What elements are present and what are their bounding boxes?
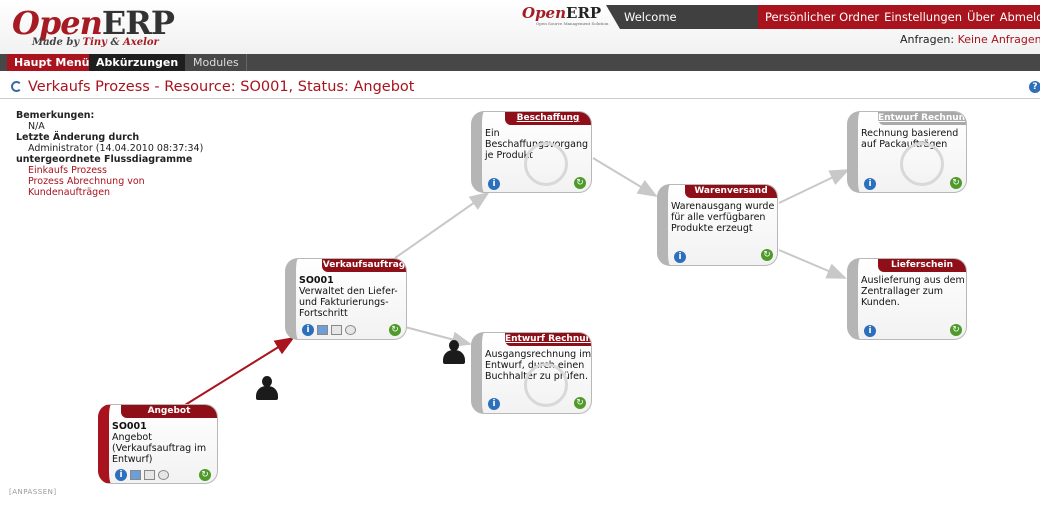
person-body [443,350,465,364]
node-title: Entwurf Rechnung [878,112,966,125]
person-body [256,386,278,400]
tab-shortcuts[interactable]: Abkürzungen [89,54,186,71]
user-links: Persönlicher Ordner Einstellungen Über Abme… [758,5,1040,29]
arrow-beschaffung-warenversand [592,157,658,198]
arrow-verkaufsauftrag-beschaffung [394,191,490,259]
node-warenversand[interactable]: Warenversand Warenausgang wurde für alle… [657,184,778,266]
help-icon[interactable]: ? [1029,81,1040,93]
arrow-warenversand-rechnung [778,169,850,204]
info-icon[interactable]: i [488,398,500,410]
user-role-icon [443,340,465,366]
small-logo-tagline: Open Source Management Solution [536,21,609,26]
go-icon[interactable]: ↻ [199,469,211,481]
tab-modules[interactable]: Modules [186,54,247,71]
folder-icon[interactable] [130,470,141,480]
logout-link[interactable]: Abmeldung [1000,10,1040,24]
node-title: Angebot [121,405,217,418]
process-diagram: Angebot SO001 Angebot (Verkaufsauftrag i… [0,100,1040,490]
info-icon[interactable]: i [674,251,686,263]
refresh-icon[interactable] [11,81,22,92]
go-icon[interactable]: ↻ [574,397,586,409]
print-icon[interactable] [331,325,342,335]
arrow-warenversand-lieferschein [778,249,847,279]
info-icon[interactable]: i [864,178,876,190]
info-icon[interactable]: i [488,178,500,190]
node-verkaufsauftrag[interactable]: Verkaufsauftrag SO001 Verwaltet den Lief… [285,258,407,340]
folder-icon[interactable] [317,325,328,335]
node-title: Beschaffung [505,112,591,125]
welcome-message: Welcome Administrator [606,5,758,29]
go-icon[interactable]: ↻ [761,249,773,261]
cycle-graphic [524,363,568,407]
node-title: Entwurf Rechnung [505,333,591,346]
node-title: Warenversand [685,185,777,198]
cycle-graphic [524,142,568,186]
about-link[interactable]: Über [967,10,995,24]
node-beschaffung[interactable]: Beschaffung Ein Beschaffungsvorgang je P… [471,111,592,193]
home-folder-link[interactable]: Persönlicher Ordner [765,10,879,24]
node-title: Verkaufsauftrag [322,259,406,272]
gear-icon[interactable] [345,325,356,335]
info-icon[interactable]: i [864,325,876,337]
node-title: Lieferschein [878,259,966,272]
preferences-link[interactable]: Einstellungen [884,10,962,24]
requests-link[interactable]: Keine Anfragen [958,33,1040,46]
node-text: Warenausgang wurde für alle verfügbaren … [671,201,775,234]
logo-tagline: Made by Tiny & Axelor [32,37,159,48]
customize-link[interactable]: [ANPASSEN] [9,488,57,496]
node-body: Auslieferung aus dem Zentrallager zum Ku… [861,275,965,308]
node-lieferschein[interactable]: Lieferschein Auslieferung aus dem Zentra… [847,258,967,340]
node-body: Warenausgang wurde für alle verfügbaren … [671,201,777,234]
node-code: SO001 [112,421,147,432]
print-icon[interactable] [144,470,155,480]
tab-main-menu[interactable]: Haupt Menü [7,54,97,71]
node-text: Verwaltet den Liefer- und Fakturierungs-… [299,286,398,319]
cycle-graphic [900,142,944,186]
go-icon[interactable]: ↻ [950,324,962,336]
page-title-bar: Verkaufs Prozess - Resource: SO001, Stat… [0,77,1040,99]
info-icon[interactable]: i [302,324,314,336]
gear-icon[interactable] [158,470,169,480]
node-code: SO001 [299,275,334,286]
requests-label: Anfragen: [900,33,955,46]
user-role-icon [256,376,278,402]
go-icon[interactable]: ↻ [389,324,401,336]
node-entwurf-rechnung-sales[interactable]: Entwurf Rechnung Ausgangsrechnung im Ent… [471,332,592,414]
go-icon[interactable]: ↻ [574,177,586,189]
node-body: SO001 Angebot (Verkaufsauftrag im Entwur… [112,421,215,465]
node-text: Auslieferung aus dem Zentrallager zum Ku… [861,275,965,308]
small-openerp-logo: OpenERP [522,4,602,22]
info-icon[interactable]: i [115,469,127,481]
node-entwurf-rechnung-picking[interactable]: Entwurf Rechnung Rechnung basierend auf … [847,111,967,193]
menu-bar: Haupt Menü Abkürzungen Modules [0,54,1040,71]
node-text: Angebot (Verkaufsauftrag im Entwurf) [112,432,207,465]
app-header: OpenERP Made by Tiny & Axelor OpenERP Op… [0,0,1040,54]
node-angebot[interactable]: Angebot SO001 Angebot (Verkaufsauftrag i… [98,404,218,484]
go-icon[interactable]: ↻ [950,177,962,189]
page-title: Verkaufs Prozess - Resource: SO001, Stat… [28,79,415,95]
node-body: SO001 Verwaltet den Liefer- und Fakturie… [299,275,403,319]
requests-status: Anfragen: Keine Anfragen [900,33,1040,46]
